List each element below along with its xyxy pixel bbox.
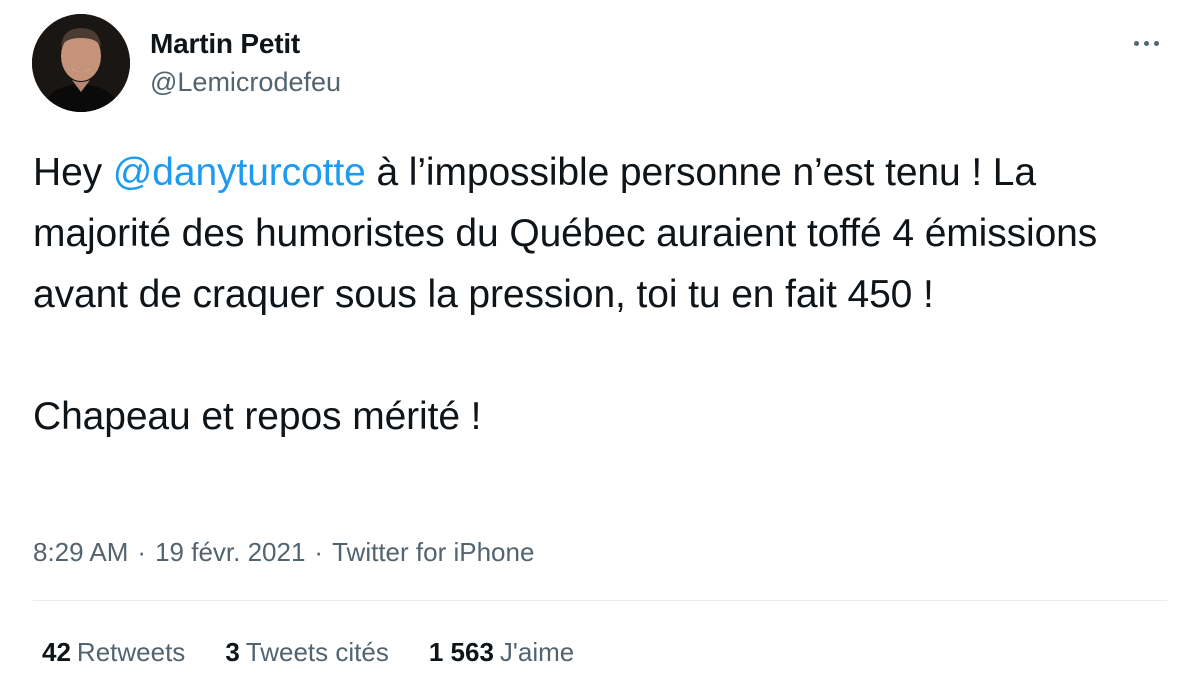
likes-label: J'aime [499, 637, 575, 667]
more-dots-icon [1133, 40, 1139, 46]
tweet-paragraph: Hey @danyturcotte à l’impossible personn… [33, 142, 1173, 325]
more-dots-icon [1153, 40, 1159, 46]
meta-separator: · [137, 537, 147, 567]
retweets-count: 42 [42, 637, 71, 667]
retweets-label: Retweets [76, 637, 186, 667]
retweets-stat[interactable]: 42 Retweets [42, 632, 185, 672]
quotes-count: 3 [225, 637, 240, 667]
quotes-stat[interactable]: 3 Tweets cités [225, 632, 389, 672]
author-handle[interactable]: @Lemicrodefeu [150, 64, 341, 100]
likes-stat[interactable]: 1 563 J'aime [429, 632, 574, 672]
tweet-time[interactable]: 8:29 AM [33, 537, 128, 567]
tweet-text: Hey @danyturcotte à l’impossible personn… [33, 142, 1173, 447]
tweet-date[interactable]: 19 févr. 2021 [155, 537, 305, 567]
engagement-stats: 42 Retweets 3 Tweets cités 1 563 J'aime [42, 632, 574, 672]
likes-count: 1 563 [428, 637, 494, 667]
avatar[interactable] [32, 14, 130, 112]
quotes-label: Tweets cités [245, 637, 389, 667]
more-options-button[interactable] [1124, 28, 1168, 58]
tweet-source[interactable]: Twitter for iPhone [332, 537, 534, 567]
tweet-meta: 8:29 AM · 19 févr. 2021 · Twitter for iPhone [33, 532, 534, 572]
tweet-text-intro: Hey [33, 151, 113, 194]
tweet-paragraph-2: Chapeau et repos mérité ! [33, 395, 482, 438]
author-name[interactable]: Martin Petit [150, 26, 300, 62]
divider [33, 600, 1167, 601]
mention-link[interactable]: @danyturcotte [113, 151, 366, 194]
more-dots-icon [1143, 40, 1149, 46]
tweet-card: Martin Petit @Lemicrodefeu Hey @danyturc… [0, 0, 1198, 684]
person-photo-icon [32, 14, 130, 112]
meta-separator: · [314, 537, 324, 567]
